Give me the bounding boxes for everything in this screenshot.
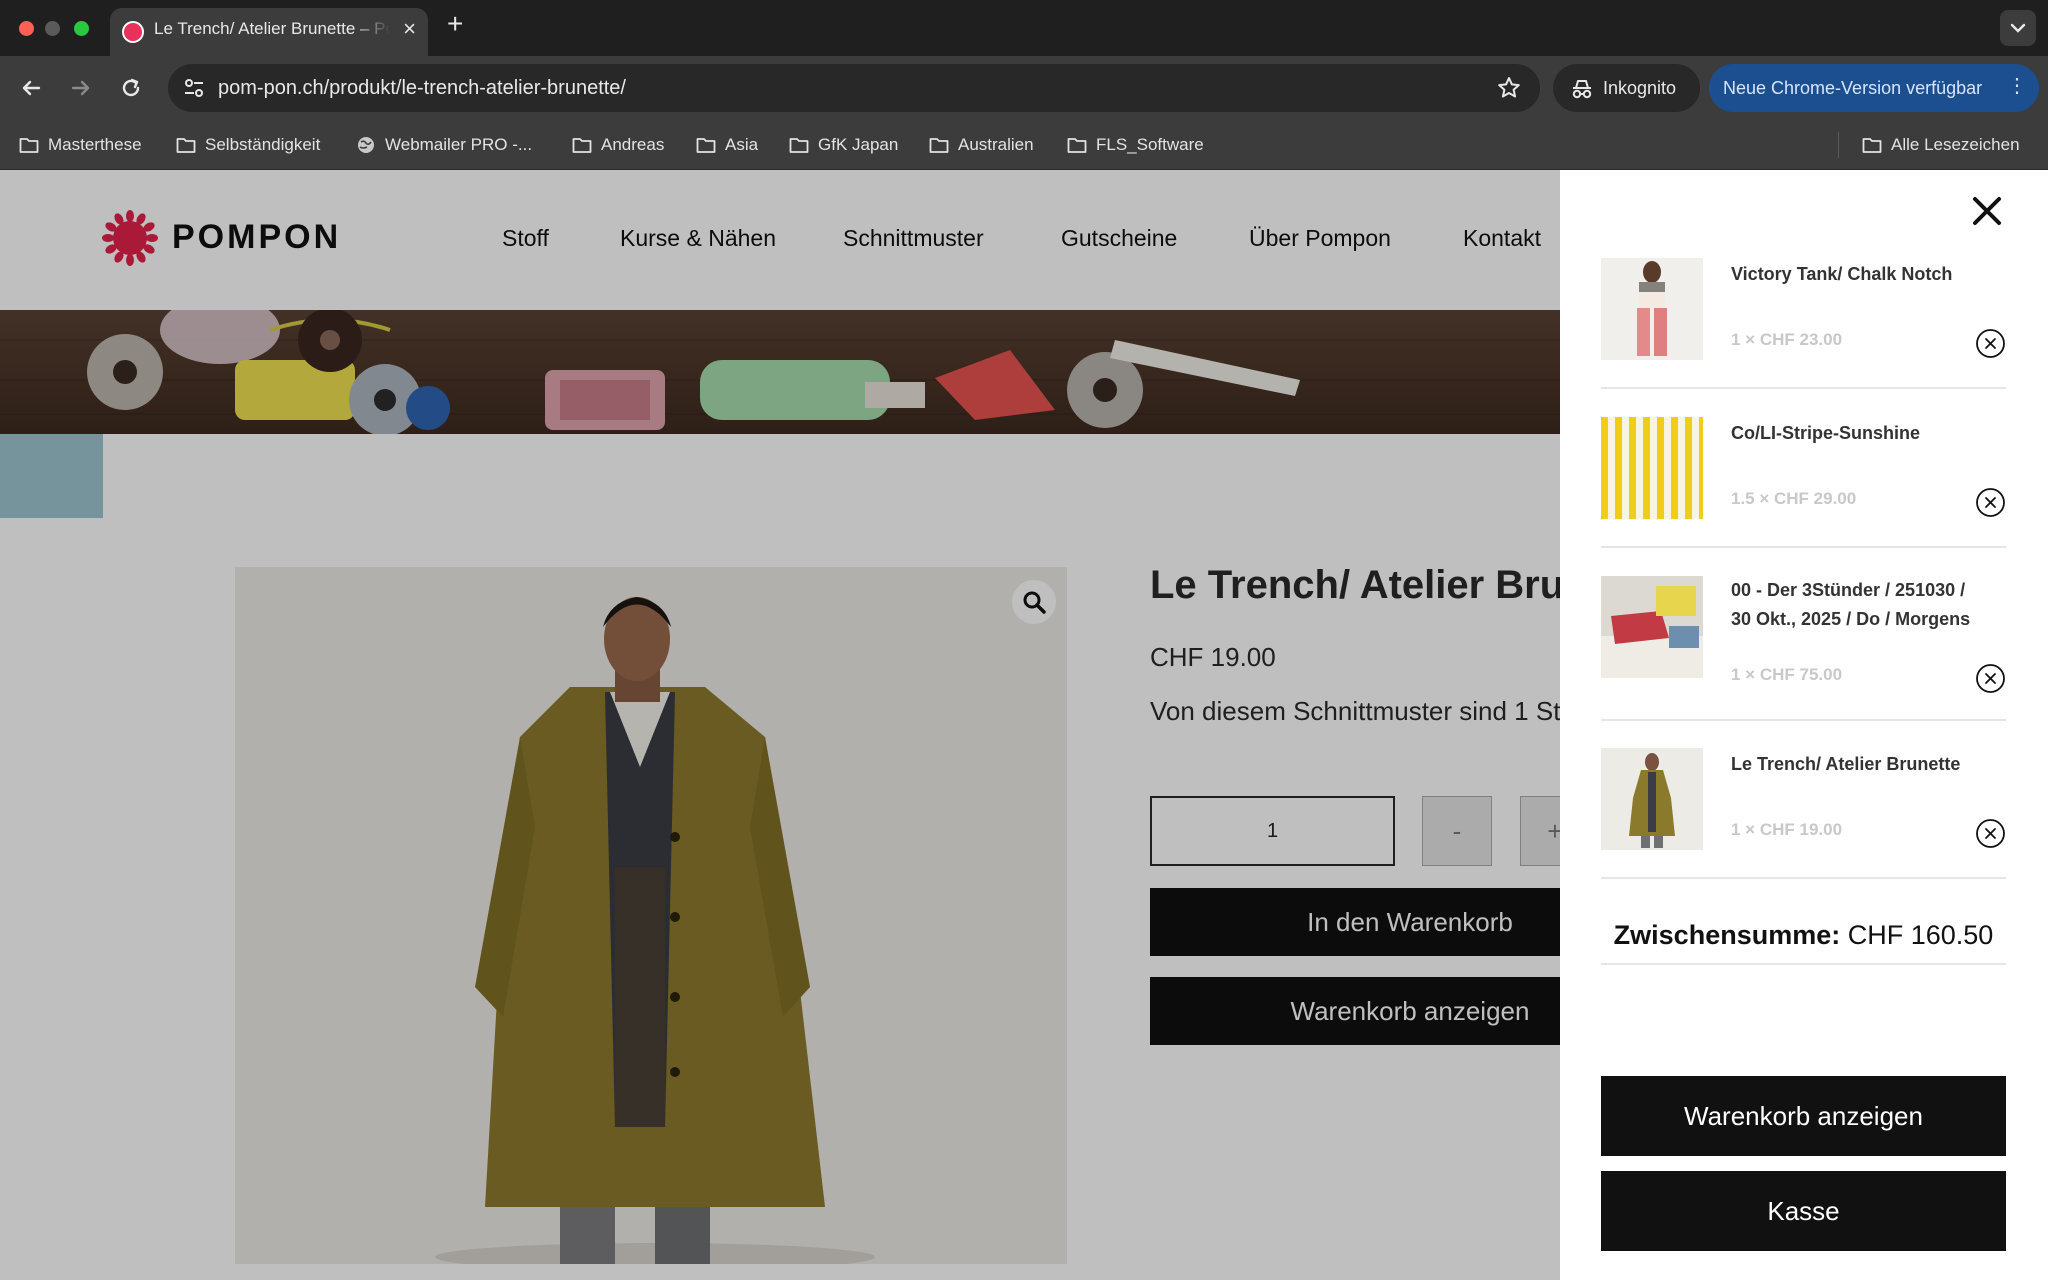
cart-item-name[interactable]: 00 - Der 3Stünder / 251030 / 30 Okt., 20… — [1731, 576, 1981, 634]
globe-icon — [358, 137, 374, 153]
remove-item-icon[interactable] — [1975, 487, 2006, 518]
cart-item-qty-price: 1 × CHF 75.00 — [1731, 665, 1843, 684]
incognito-indicator[interactable]: Inkognito — [1553, 64, 1700, 112]
subtotal-label: Zwischensumme: — [1613, 920, 1841, 950]
stripe-fabric-thumbnail-icon — [1601, 417, 1703, 519]
browser-toolbar: pom-pon.ch/produkt/le-trench-atelier-bru… — [0, 56, 2048, 120]
folder-icon — [929, 138, 949, 153]
checkout-button[interactable]: Kasse — [1601, 1171, 2006, 1251]
cart-subtotal: Zwischensumme: CHF 160.50 — [1601, 905, 2006, 965]
cart-item: 00 - Der 3Stünder / 251030 / 30 Okt., 20… — [1601, 576, 2006, 721]
remove-item-icon[interactable] — [1975, 328, 2006, 359]
reload-icon[interactable] — [117, 74, 145, 102]
page-dim-overlay[interactable] — [0, 170, 1560, 1280]
tab-favicon-icon — [122, 21, 144, 43]
close-drawer-icon[interactable] — [1970, 194, 2004, 228]
trench-coat-thumbnail-icon — [1601, 748, 1703, 850]
bookmark-webmailer[interactable]: Webmailer PRO -... — [355, 133, 532, 157]
tab-title: Le Trench/ Atelier Brunette – Pompon — [154, 19, 390, 38]
folder-icon — [19, 138, 39, 153]
all-bookmarks-label: Alle Lesezeichen — [1891, 135, 2020, 154]
forward-arrow-icon[interactable] — [67, 74, 95, 102]
folder-icon — [789, 138, 809, 153]
cart-item-name[interactable]: Co/LI-Stripe-Sunshine — [1731, 419, 1981, 448]
bookmarks-bar: Masterthese Selbständigkeit Webmailer PR… — [0, 120, 2048, 170]
cart-item: Le Trench/ Atelier Brunette 1 × CHF 19.0… — [1601, 748, 2006, 879]
chrome-update-label: Neue Chrome-Version verfügbar — [1723, 78, 1983, 98]
folder-icon — [696, 138, 716, 153]
cart-item-name[interactable]: Le Trench/ Atelier Brunette — [1731, 750, 1981, 779]
bookmark-label: Webmailer PRO -... — [385, 135, 533, 154]
bookmark-australien[interactable]: Australien — [928, 133, 1034, 157]
bookmark-gfk-japan[interactable]: GfK Japan — [788, 133, 898, 157]
bookmark-label: Andreas — [601, 135, 665, 154]
back-arrow-icon[interactable] — [17, 74, 45, 102]
kebab-menu-icon[interactable]: ⋮ — [2007, 76, 2027, 96]
site-settings-icon[interactable] — [182, 76, 206, 100]
cart-item-thumbnail[interactable] — [1601, 748, 1703, 850]
incognito-label: Inkognito — [1603, 78, 1677, 98]
bookmark-label: Masterthese — [48, 135, 142, 154]
folder-icon — [176, 138, 196, 153]
bookmark-masterthese[interactable]: Masterthese — [18, 133, 142, 157]
active-tab[interactable]: Le Trench/ Atelier Brunette – Pompon × — [110, 8, 428, 56]
subtotal-value: CHF 160.50 — [1847, 920, 1994, 950]
tab-close-icon[interactable]: × — [403, 18, 416, 40]
url-text: pom-pon.ch/produkt/le-trench-atelier-bru… — [218, 77, 626, 99]
bookmark-fls-software[interactable]: FLS_Software — [1066, 133, 1204, 157]
bookmark-label: FLS_Software — [1096, 135, 1204, 154]
folder-icon — [572, 138, 592, 153]
close-window-button[interactable] — [19, 21, 34, 36]
cart-item-qty-price: 1.5 × CHF 29.00 — [1731, 489, 1857, 508]
bookmark-asia[interactable]: Asia — [695, 133, 758, 157]
minimize-window-button[interactable] — [45, 21, 60, 36]
bookmarks-divider — [1838, 132, 1839, 158]
incognito-icon — [1572, 80, 1592, 99]
bookmark-andreas[interactable]: Andreas — [571, 133, 664, 157]
cart-item: Victory Tank/ Chalk Notch 1 × CHF 23.00 — [1601, 258, 2006, 389]
cart-item-name[interactable]: Victory Tank/ Chalk Notch — [1731, 260, 1981, 289]
new-tab-button[interactable]: + — [447, 10, 463, 38]
drawer-view-cart-button[interactable]: Warenkorb anzeigen — [1601, 1076, 2006, 1156]
victory-tank-thumbnail-icon — [1601, 258, 1703, 360]
bookmark-label: Australien — [958, 135, 1034, 154]
folder-icon — [1067, 138, 1087, 153]
address-bar[interactable]: pom-pon.ch/produkt/le-trench-atelier-bru… — [168, 64, 1540, 112]
mini-cart-drawer: Victory Tank/ Chalk Notch 1 × CHF 23.00 … — [1560, 170, 2048, 1280]
web-page: POMPON Stoff Kurse & Nähen Schnittmuster… — [0, 170, 2048, 1280]
remove-item-icon[interactable] — [1975, 818, 2006, 849]
chevron-down-icon — [2010, 23, 2026, 33]
cart-item-qty-price: 1 × CHF 19.00 — [1731, 820, 1843, 839]
bookmark-star-icon[interactable] — [1496, 75, 1522, 101]
bookmark-label: Selbständigkeit — [205, 135, 321, 154]
bookmark-selbstaendigkeit[interactable]: Selbständigkeit — [175, 133, 320, 157]
bookmark-label: GfK Japan — [818, 135, 899, 154]
folder-icon — [1862, 138, 1882, 153]
tab-search-button[interactable] — [2000, 10, 2036, 46]
remove-item-icon[interactable] — [1975, 663, 2006, 694]
cart-item-thumbnail[interactable] — [1601, 576, 1703, 678]
cart-item-thumbnail[interactable] — [1601, 417, 1703, 519]
cart-item: Co/LI-Stripe-Sunshine 1.5 × CHF 29.00 — [1601, 417, 2006, 548]
bookmark-label: Asia — [725, 135, 759, 154]
all-bookmarks-button[interactable]: Alle Lesezeichen — [1861, 133, 2020, 157]
chrome-update-button[interactable]: Neue Chrome-Version verfügbar ⋮ — [1709, 64, 2039, 112]
sewing-course-thumbnail-icon — [1601, 576, 1703, 678]
cart-item-thumbnail[interactable] — [1601, 258, 1703, 360]
maximize-window-button[interactable] — [74, 21, 89, 36]
cart-item-qty-price: 1 × CHF 23.00 — [1731, 330, 1843, 349]
tab-strip: Le Trench/ Atelier Brunette – Pompon × + — [0, 0, 2048, 56]
